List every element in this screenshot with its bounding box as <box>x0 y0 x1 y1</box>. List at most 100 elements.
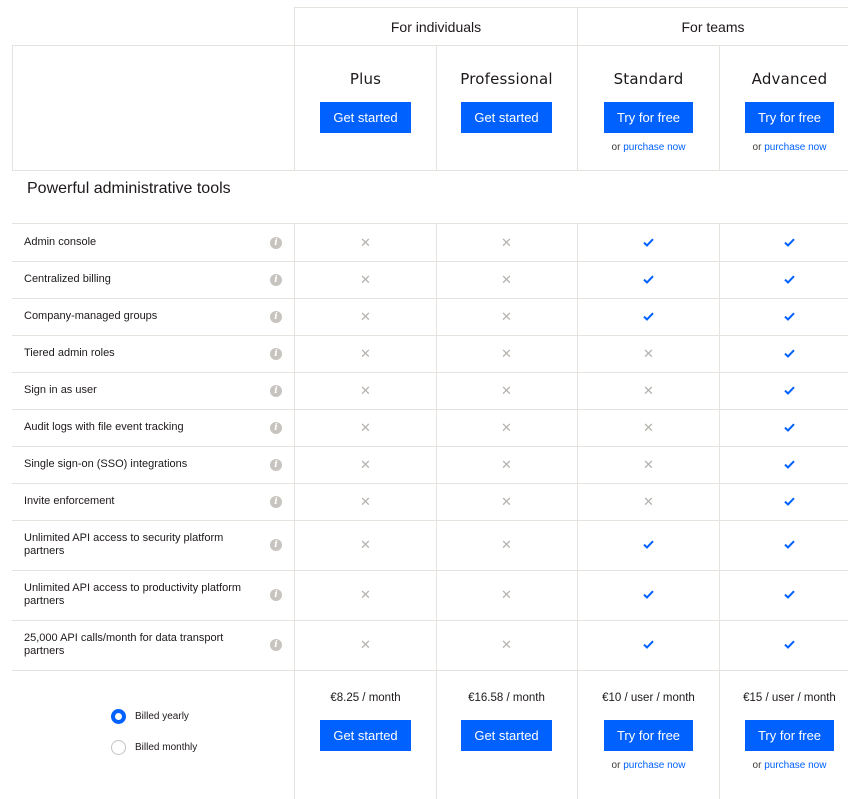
check-icon <box>719 446 848 483</box>
divider <box>719 223 720 799</box>
info-icon[interactable]: i <box>270 236 282 249</box>
check-icon <box>719 261 848 298</box>
check-icon <box>578 298 719 335</box>
feature-label: Tiered admin roles <box>24 347 115 359</box>
info-icon[interactable]: i <box>270 273 282 286</box>
billing-yearly-radio[interactable] <box>111 709 126 724</box>
feature-label: Invite enforcement <box>24 495 115 507</box>
billing-monthly-option[interactable]: Billed monthly <box>111 740 197 755</box>
get-started-button-plus[interactable]: Get started <box>320 102 411 133</box>
divider <box>12 483 848 484</box>
check-icon <box>719 620 848 670</box>
table-row: 25,000 API calls/month for data transpor… <box>12 620 848 670</box>
feature-label: Unlimited API access to productivity pla… <box>24 582 242 607</box>
divider <box>12 45 13 170</box>
close-icon: ✕ <box>643 419 654 435</box>
divider <box>577 7 578 170</box>
info-icon[interactable]: i <box>270 421 282 434</box>
divider <box>12 570 848 571</box>
table-row: Centralized billing i ✕ ✕ <box>12 261 848 298</box>
close-icon: ✕ <box>643 493 654 509</box>
footer-cta-advanced: Try for free or purchase now <box>719 720 848 771</box>
info-icon[interactable]: i <box>270 539 282 551</box>
info-icon[interactable]: i <box>270 495 282 508</box>
close-icon: ✕ <box>501 308 512 324</box>
check-icon <box>578 620 719 670</box>
purchase-now-link-advanced-footer[interactable]: purchase now <box>764 760 826 771</box>
table-row: Unlimited API access to productivity pla… <box>12 570 848 620</box>
purchase-or: or <box>752 760 762 771</box>
divider <box>577 223 578 799</box>
feature-label: 25,000 API calls/month for data transpor… <box>24 632 224 657</box>
plan-name: Plus <box>349 70 382 88</box>
table-row: Company-managed groups i ✕ ✕ <box>12 298 848 335</box>
close-icon: ✕ <box>501 456 512 472</box>
check-icon <box>719 335 848 372</box>
divider <box>719 45 720 170</box>
divider <box>12 45 848 46</box>
close-icon: ✕ <box>360 382 371 398</box>
close-icon: ✕ <box>501 493 512 509</box>
close-icon: ✕ <box>643 456 654 472</box>
group-header-teams: For teams <box>578 8 848 45</box>
close-icon: ✕ <box>360 493 371 509</box>
try-for-free-button-standard-footer[interactable]: Try for free <box>603 720 694 751</box>
info-icon[interactable]: i <box>270 347 282 360</box>
plan-name: Advanced <box>751 70 828 88</box>
purchase-now-link-standard[interactable]: purchase now <box>623 142 685 153</box>
plan-header-standard: Standard Try for free or purchase now <box>578 46 719 170</box>
close-icon: ✕ <box>360 637 371 652</box>
billing-yearly-option[interactable]: Billed yearly <box>111 709 189 724</box>
divider <box>12 620 848 621</box>
purchase-line: or purchase now <box>753 760 827 771</box>
divider <box>436 223 437 799</box>
divider <box>12 335 848 336</box>
billing-yearly-label: Billed yearly <box>135 711 189 722</box>
close-icon: ✕ <box>643 345 654 361</box>
check-icon <box>719 298 848 335</box>
divider <box>12 520 848 521</box>
divider <box>12 372 848 373</box>
divider <box>12 261 848 262</box>
info-icon[interactable]: i <box>270 384 282 397</box>
close-icon: ✕ <box>501 537 512 552</box>
footer-cta-professional: Get started <box>436 720 577 751</box>
check-icon <box>719 520 848 570</box>
check-icon <box>719 224 848 261</box>
info-icon[interactable]: i <box>270 310 282 323</box>
info-icon[interactable]: i <box>270 639 282 651</box>
try-for-free-button-advanced-footer[interactable]: Try for free <box>744 720 835 751</box>
info-icon[interactable]: i <box>270 458 282 471</box>
purchase-or: or <box>611 760 621 771</box>
table-row: Sign in as user i ✕ ✕ ✕ <box>12 372 848 409</box>
get-started-button-plus-footer[interactable]: Get started <box>320 720 411 751</box>
billing-monthly-radio[interactable] <box>111 740 126 755</box>
divider <box>294 7 295 170</box>
purchase-line: or purchase now <box>753 142 827 153</box>
group-header-teams-label: For teams <box>681 18 745 35</box>
get-started-button-professional-footer[interactable]: Get started <box>461 720 552 751</box>
feature-label: Company-managed groups <box>24 310 158 322</box>
price-plus: €8.25 / month <box>330 692 401 704</box>
table-row: Unlimited API access to security platfor… <box>12 520 848 570</box>
plan-header-professional: Professional Get started <box>436 46 577 170</box>
try-for-free-button-standard[interactable]: Try for free <box>603 102 694 133</box>
close-icon: ✕ <box>360 456 371 472</box>
price-advanced: €15 / user / month <box>743 692 836 704</box>
check-icon <box>719 570 848 620</box>
check-icon <box>719 483 848 520</box>
feature-label: Admin console <box>24 236 97 248</box>
purchase-now-link-standard-footer[interactable]: purchase now <box>623 760 685 771</box>
close-icon: ✕ <box>360 234 371 250</box>
group-header-individuals: For individuals <box>295 8 577 45</box>
get-started-button-professional[interactable]: Get started <box>461 102 552 133</box>
divider <box>294 223 295 799</box>
plan-name: Professional <box>460 70 553 88</box>
close-icon: ✕ <box>643 382 654 398</box>
close-icon: ✕ <box>501 271 512 287</box>
footer-cta-standard: Try for free or purchase now <box>578 720 719 771</box>
info-icon[interactable]: i <box>270 589 282 601</box>
purchase-now-link-advanced[interactable]: purchase now <box>764 142 826 153</box>
close-icon: ✕ <box>501 345 512 361</box>
try-for-free-button-advanced[interactable]: Try for free <box>744 102 835 133</box>
